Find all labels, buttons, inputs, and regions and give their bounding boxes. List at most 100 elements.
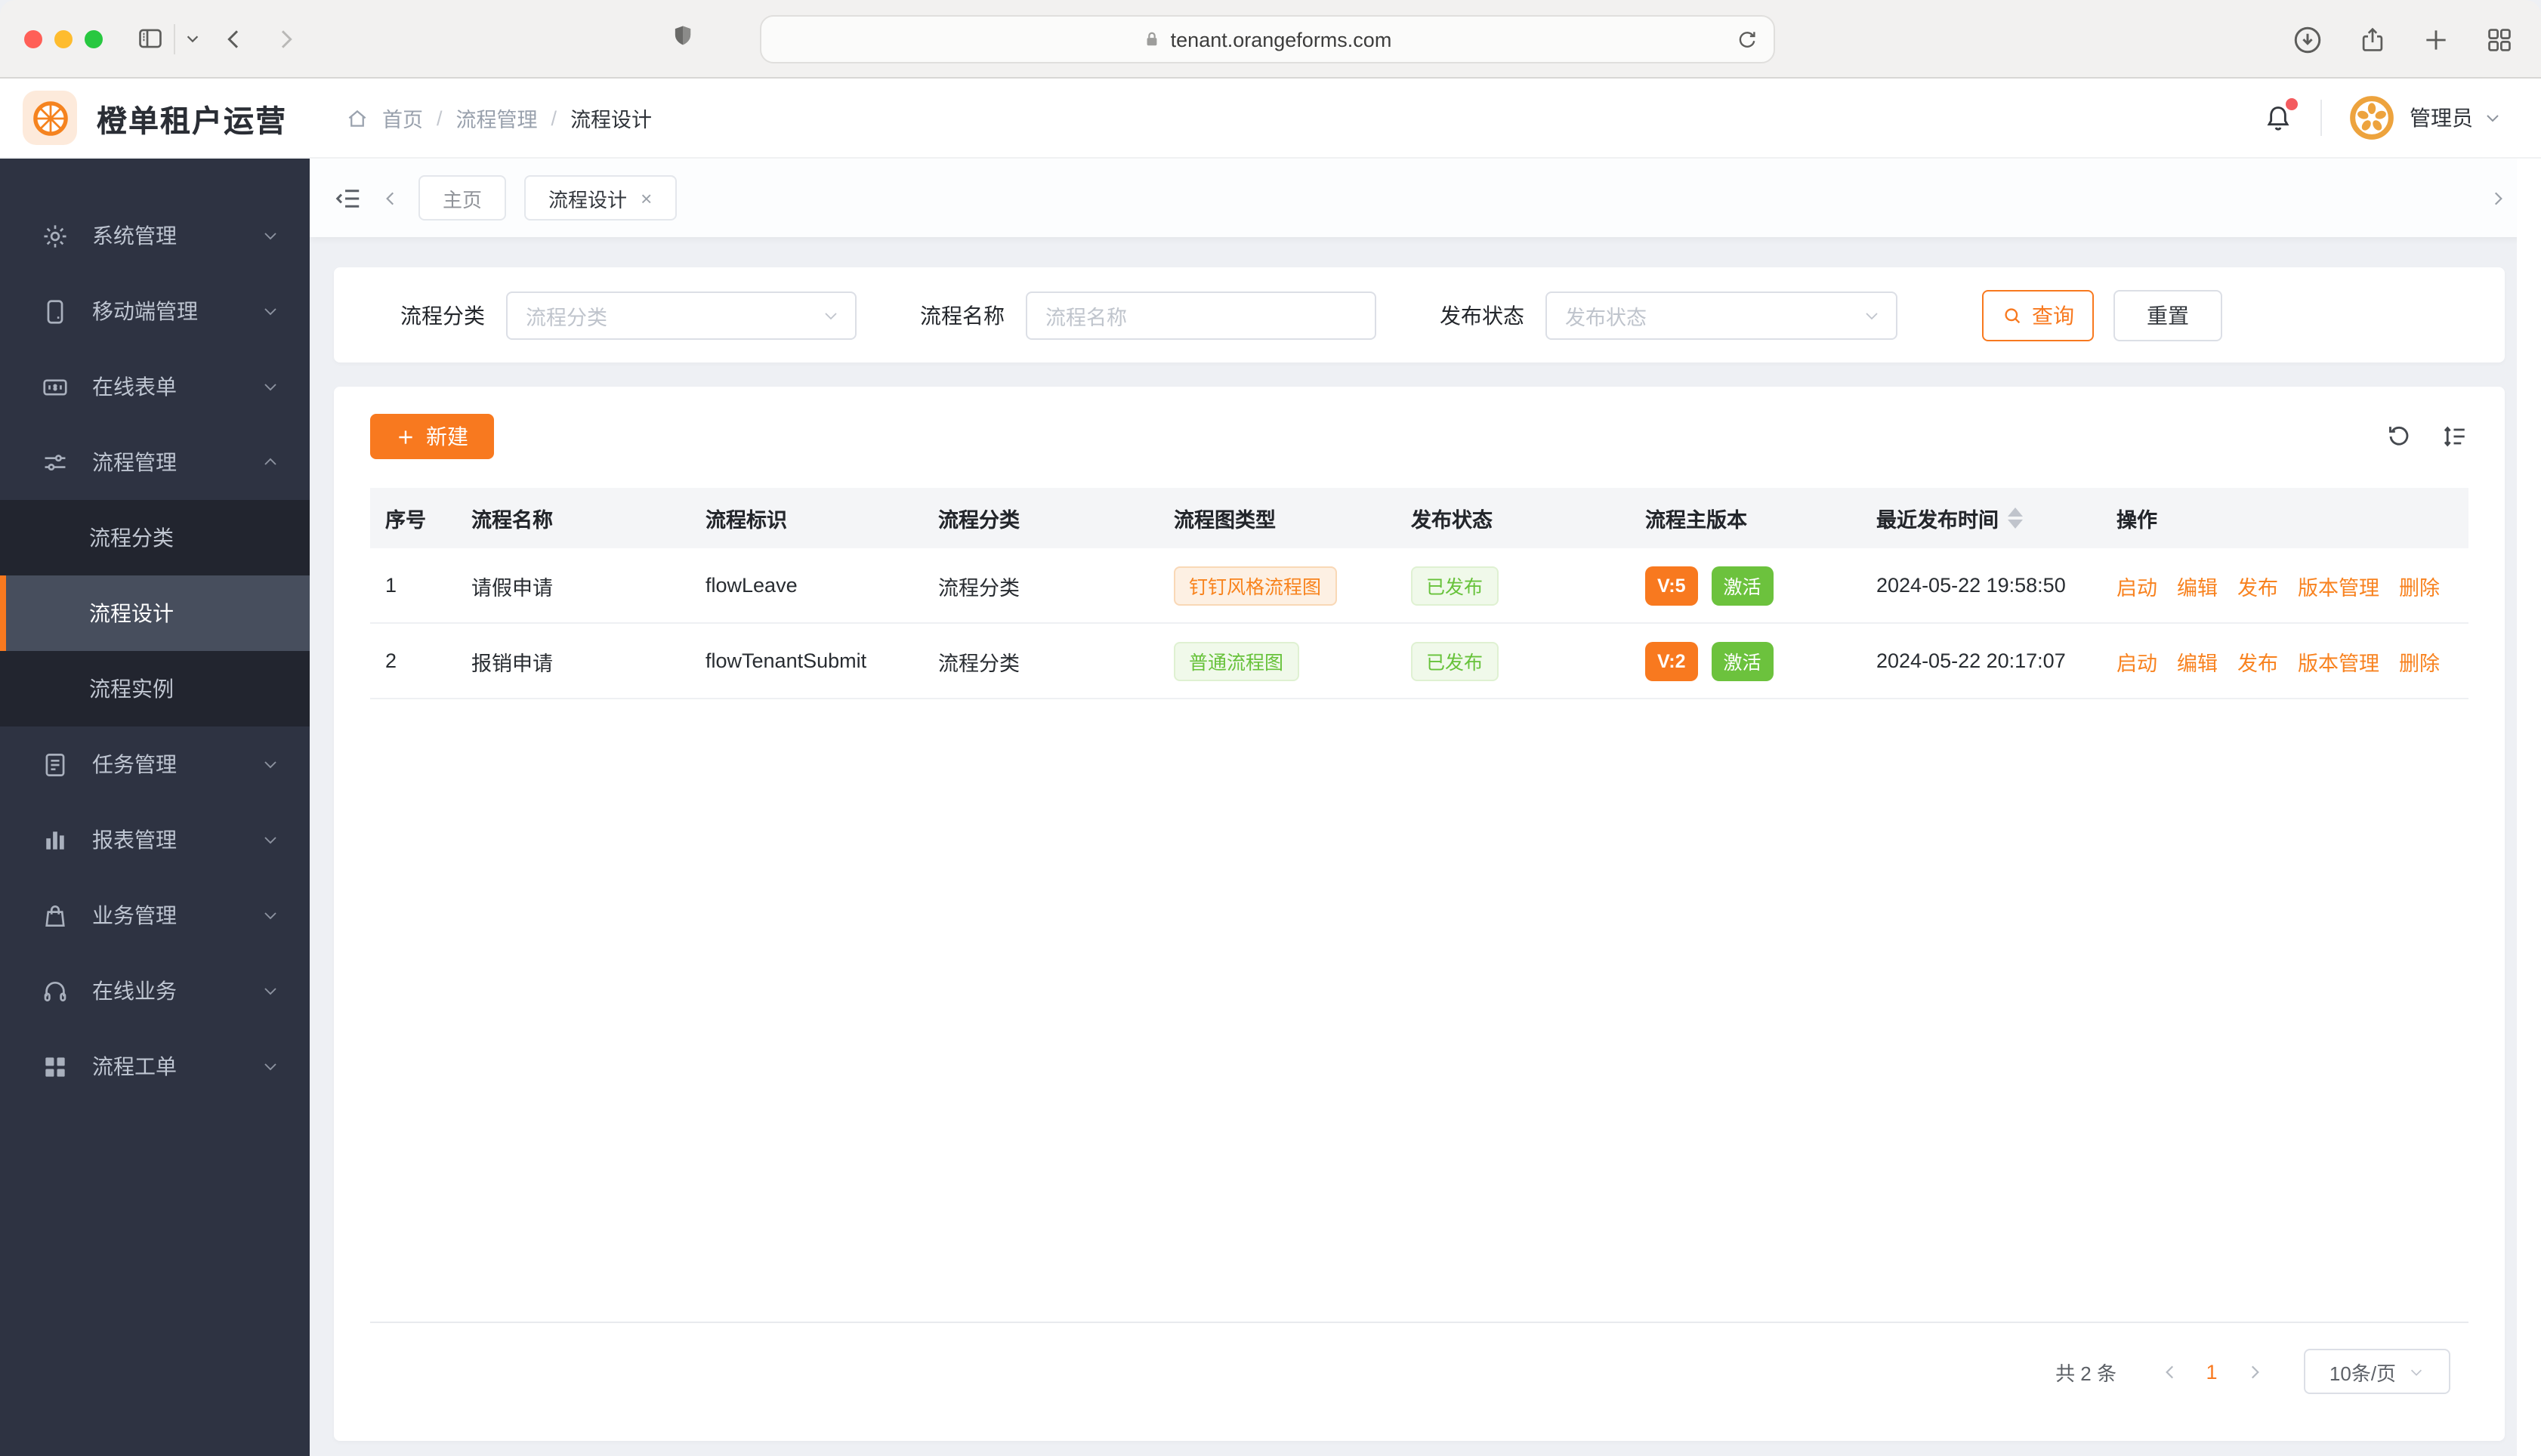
action-delete-link[interactable]: 删除 [2399, 570, 2440, 600]
process-table: 序号 流程名称 流程标识 流程分类 流程图类型 发布状态 流程主版本 最近发布时… [370, 488, 2468, 1323]
chevron-down-icon [822, 306, 840, 324]
sidebar-item-label: 在线业务 [92, 979, 177, 1003]
chevron-down-icon[interactable] [2484, 109, 2502, 127]
sidebar-item-process-workorder[interactable]: 流程工单 [0, 1029, 310, 1104]
sidebar-item-process-category[interactable]: 流程分类 [0, 500, 310, 575]
publish-status-badge: 已发布 [1411, 641, 1499, 680]
column-header-label: 最近发布时间 [1876, 509, 1999, 532]
address-bar[interactable]: tenant.orangeforms.com [760, 15, 1775, 63]
scrollbar-gutter[interactable] [2517, 159, 2541, 1456]
chevron-down-icon [261, 831, 279, 849]
cell-publish-status: 已发布 [1396, 641, 1630, 680]
cell-category: 流程分类 [938, 576, 1020, 599]
sidebar-item-process-design[interactable]: 流程设计 [0, 575, 310, 651]
column-header: 流程标识 [705, 509, 787, 532]
sort-icon[interactable] [2008, 507, 2023, 529]
tab-bar: 主页 流程设计 × [310, 159, 2541, 237]
sidebar-item-label: 流程管理 [92, 450, 177, 474]
page-size-select[interactable]: 10条/页 [2304, 1349, 2450, 1394]
page-number[interactable]: 1 [2189, 1352, 2234, 1391]
app-header: 橙单租户运营 首页 / 流程管理 / 流程设计 管理员 [0, 79, 2541, 159]
tab-home[interactable]: 主页 [418, 175, 507, 221]
sidebar-item-report-management[interactable]: 报表管理 [0, 802, 310, 878]
sidebar-item-process-management[interactable]: 流程管理 [0, 424, 310, 500]
prev-page-icon[interactable] [2150, 1352, 2189, 1391]
action-start-link[interactable]: 启动 [2116, 646, 2157, 676]
page-size-value: 10条/页 [2329, 1362, 2397, 1384]
sidebar-item-process-instance[interactable]: 流程实例 [0, 651, 310, 726]
filter-category-select[interactable]: 流程分类 [506, 291, 857, 339]
forward-button[interactable] [273, 26, 298, 51]
breadcrumb-item[interactable]: 首页 [382, 103, 423, 133]
avatar[interactable] [2349, 95, 2394, 140]
action-edit-link[interactable]: 编辑 [2177, 646, 2218, 676]
action-delete-link[interactable]: 删除 [2399, 646, 2440, 676]
action-start-link[interactable]: 启动 [2116, 570, 2157, 600]
filter-bar: 流程分类 流程分类 流程名称 流程名称 发布状态 发布状态 查询 重置 [334, 267, 2505, 362]
refresh-icon[interactable] [2385, 423, 2413, 450]
chevron-up-icon [261, 453, 279, 471]
sidebar-item-system[interactable]: 系统管理 [0, 198, 310, 273]
tabs-scroll-right-icon[interactable] [2488, 188, 2508, 208]
select-placeholder: 发布状态 [1565, 306, 1647, 329]
close-icon[interactable]: × [641, 188, 652, 208]
sidebar-item-label: 流程实例 [89, 677, 174, 701]
cell-diagram-type: 钉钉风格流程图 [1159, 566, 1396, 605]
action-version-link[interactable]: 版本管理 [2298, 646, 2379, 676]
breadcrumb: 首页 / 流程管理 / 流程设计 [346, 103, 652, 133]
query-button[interactable]: 查询 [1982, 289, 2094, 341]
action-publish-link[interactable]: 发布 [2237, 570, 2278, 600]
filter-name-group: 流程名称 流程名称 [920, 291, 1376, 339]
create-button[interactable]: 新建 [370, 414, 494, 459]
chevron-down-icon [1863, 306, 1881, 324]
document-icon [41, 750, 69, 779]
column-header-sortable[interactable]: 最近发布时间 [1861, 503, 2101, 533]
sidebar-item-label: 系统管理 [92, 224, 177, 248]
column-settings-icon[interactable] [2441, 423, 2468, 450]
downloads-icon[interactable] [2292, 23, 2323, 55]
next-page-icon[interactable] [2234, 1352, 2274, 1391]
sidebar-item-online-business[interactable]: 在线业务 [0, 953, 310, 1029]
bag-icon [41, 901, 69, 930]
cell-actions: 启动 编辑 发布 版本管理 删除 [2101, 646, 2468, 676]
minimize-window-button[interactable] [54, 29, 73, 48]
table-card: 新建 序号 流程名称 流程标识 流程分类 流程图类型 发布状态 流程主版本 最近… [334, 387, 2505, 1441]
chevron-down-icon[interactable] [184, 30, 201, 47]
sidebar-item-mobile[interactable]: 移动端管理 [0, 273, 310, 349]
breadcrumb-item[interactable]: 流程管理 [456, 103, 538, 133]
chevron-down-icon [261, 302, 279, 320]
orange-slice-icon [32, 100, 67, 135]
privacy-shield-icon[interactable] [671, 21, 695, 50]
back-button[interactable] [222, 26, 246, 51]
action-version-link[interactable]: 版本管理 [2298, 570, 2379, 600]
zoom-window-button[interactable] [85, 29, 103, 48]
tab-overview-icon[interactable] [2485, 25, 2514, 54]
table-empty-area [370, 699, 2468, 1323]
close-window-button[interactable] [24, 29, 42, 48]
action-publish-link[interactable]: 发布 [2237, 646, 2278, 676]
reload-icon[interactable] [1736, 28, 1758, 51]
notifications-button[interactable] [2263, 97, 2298, 134]
cell-version: V:5 激活 [1630, 566, 1861, 605]
filter-status-select[interactable]: 发布状态 [1545, 291, 1897, 339]
cell-diagram-type: 普通流程图 [1159, 641, 1396, 680]
cell-index: 2 [385, 649, 397, 672]
filter-name-input[interactable]: 流程名称 [1026, 291, 1376, 339]
cell-name: 报销申请 [471, 652, 553, 674]
sliders-icon [41, 448, 69, 477]
tabs-scroll-left-icon[interactable] [381, 188, 400, 208]
user-name[interactable]: 管理员 [2410, 103, 2473, 133]
tab-process-design[interactable]: 流程设计 × [524, 175, 677, 221]
sidebar-item-online-form[interactable]: 在线表单 [0, 349, 310, 424]
column-header: 流程名称 [471, 509, 553, 532]
sidebar-item-business-management[interactable]: 业务管理 [0, 878, 310, 953]
sidebar-toggle-icon[interactable] [136, 24, 165, 53]
share-icon[interactable] [2358, 23, 2387, 55]
reset-button[interactable]: 重置 [2113, 289, 2222, 341]
menu-fold-icon[interactable] [334, 184, 363, 212]
sidebar-item-label: 在线表单 [92, 375, 177, 399]
new-tab-icon[interactable] [2422, 25, 2450, 54]
sidebar-item-task-management[interactable]: 任务管理 [0, 726, 310, 802]
divider [174, 23, 175, 54]
action-edit-link[interactable]: 编辑 [2177, 570, 2218, 600]
